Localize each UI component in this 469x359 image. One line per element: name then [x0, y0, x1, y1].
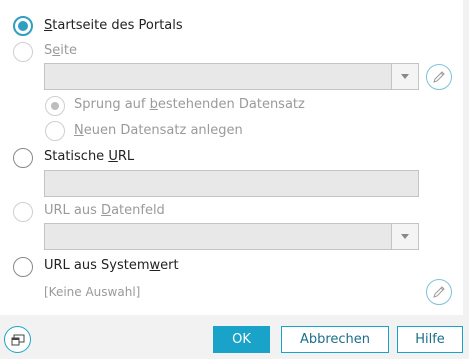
label-text: euen Datensatz anlegen	[83, 123, 243, 138]
page-edit-button[interactable]	[426, 64, 452, 90]
radio-jump-existing[interactable]	[45, 96, 65, 116]
page-select[interactable]	[44, 63, 419, 90]
label-new-record: Neuen Datensatz anlegen	[74, 123, 243, 138]
cancel-button[interactable]: Abbrechen	[281, 326, 389, 353]
chevron-down-icon	[401, 234, 409, 239]
label-text: Statische	[44, 149, 109, 164]
label-text: Sprung auf	[74, 97, 150, 112]
label-text: estehenden Datensatz	[157, 97, 305, 112]
chevron-down-icon	[401, 74, 409, 79]
label-text: URL aus	[44, 203, 102, 218]
label-text: ert	[160, 258, 179, 273]
label-page: Seite	[44, 43, 77, 58]
window-icon	[11, 334, 24, 345]
pencil-icon	[433, 286, 445, 298]
label-mnemonic: w	[149, 258, 161, 273]
ok-button[interactable]: OK	[213, 326, 270, 353]
radio-dot	[51, 102, 59, 110]
radio-static-url[interactable]	[13, 148, 33, 168]
systemvalue-edit-button[interactable]	[426, 279, 452, 305]
datafield-select-dropdown-button[interactable]	[391, 224, 418, 249]
datafield-select[interactable]	[44, 223, 419, 250]
label-jump-existing: Sprung auf bestehenden Datensatz	[74, 97, 305, 112]
label-mnemonic: D	[101, 203, 112, 218]
label-portal-home: Startseite des Portals	[44, 18, 183, 33]
static-url-input[interactable]	[44, 170, 419, 197]
pencil-icon	[433, 71, 445, 83]
label-text: URL aus System	[44, 258, 150, 273]
label-text: atenfeld	[111, 203, 165, 218]
label-mnemonic: U	[108, 149, 118, 164]
systemvalue-selection: [Keine Auswahl]	[44, 285, 141, 299]
label-url-datafield: URL aus Datenfeld	[44, 203, 165, 218]
label-url-systemvalue: URL aus Systemwert	[44, 258, 179, 273]
label-static-url: Statische URL	[44, 149, 134, 164]
radio-new-record[interactable]	[45, 121, 65, 141]
radio-portal-home[interactable]	[13, 16, 33, 36]
help-button[interactable]: Hilfe	[397, 326, 463, 353]
label-mnemonic: N	[74, 123, 84, 138]
label-mnemonic: b	[149, 97, 158, 112]
label-text: ite	[60, 43, 77, 58]
radio-url-datafield[interactable]	[13, 202, 33, 222]
label-text: tartseite des Portals	[52, 18, 183, 33]
window-mode-button[interactable]	[4, 326, 31, 353]
radio-dot	[18, 21, 28, 31]
label-text: RL	[117, 149, 135, 164]
radio-url-systemvalue[interactable]	[13, 257, 33, 277]
page-select-dropdown-button[interactable]	[391, 64, 418, 89]
radio-page[interactable]	[13, 42, 33, 62]
dialog-content: Startseite des Portals Seite Sprung auf …	[0, 0, 463, 315]
